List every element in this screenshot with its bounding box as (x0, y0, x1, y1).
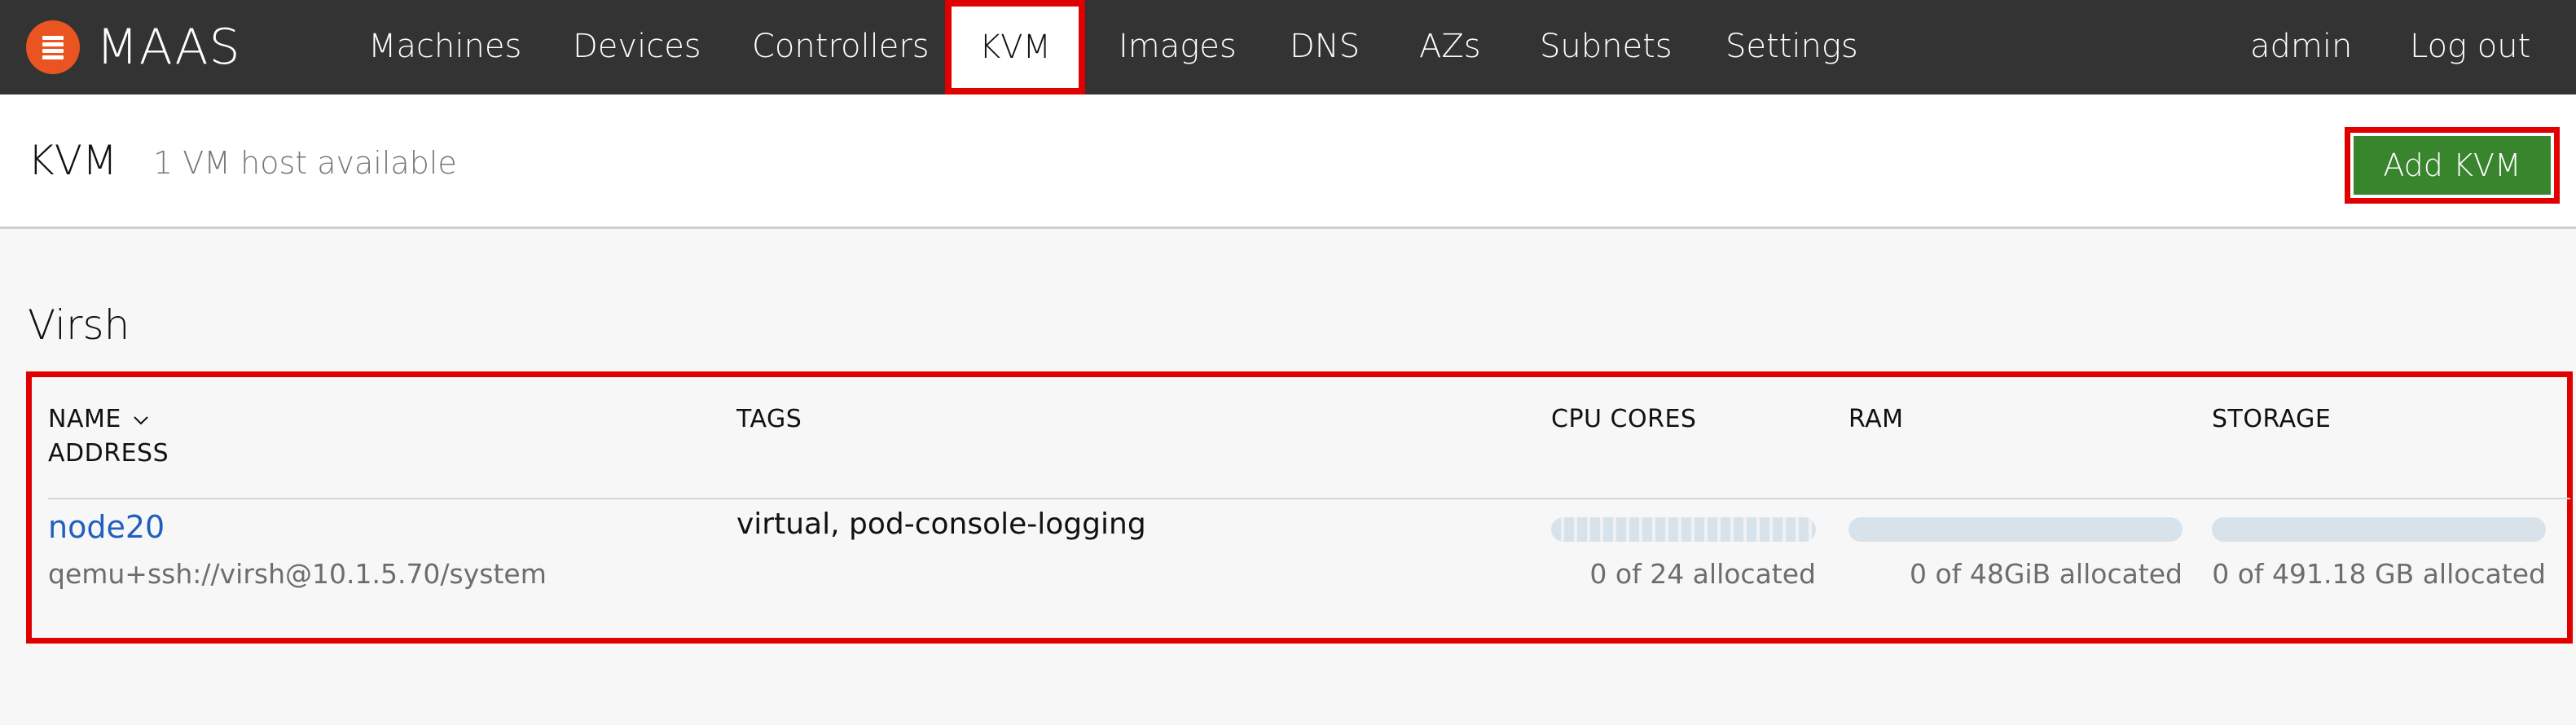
nav-settings[interactable]: Settings (1725, 0, 1858, 94)
maas-logo-icon (26, 20, 80, 74)
column-header-storage[interactable]: STORAGE (2212, 405, 2331, 433)
kvm-hosts-table: NAME ADDRESS TAGS CPU CORES RAM STORAGE … (26, 371, 2573, 644)
host-tags: virtual, pod-console-logging (736, 508, 1146, 541)
host-address: qemu+ssh://virsh@10.1.5.70/system (48, 558, 547, 590)
app-name: MAAS (96, 19, 241, 76)
ram-allocation-text: 0 of 48GiB allocated (1910, 558, 2183, 590)
column-header-tags: TAGS (736, 405, 802, 433)
column-header-address[interactable]: ADDRESS (48, 439, 169, 468)
add-kvm-highlight: Add KVM (2345, 127, 2560, 204)
column-header-name[interactable]: NAME (48, 405, 149, 433)
host-name-link[interactable]: node20 (48, 509, 165, 545)
page-title: KVM (28, 137, 118, 184)
storage-usage-bar (2212, 517, 2546, 542)
chevron-down-icon (134, 415, 148, 424)
page-header: KVM 1 VM host available Add KVM (0, 94, 2576, 229)
nav-subnets[interactable]: Subnets (1540, 0, 1673, 94)
maas-logo[interactable]: MAAS (26, 19, 241, 76)
logout-link[interactable]: Log out (2410, 0, 2530, 94)
storage-allocation-text: 0 of 491.18 GB allocated (2212, 558, 2546, 590)
nav-images[interactable]: Images (1119, 0, 1237, 94)
nav-dns[interactable]: DNS (1290, 0, 1360, 94)
nav-controllers[interactable]: Controllers (752, 0, 930, 94)
page-subtitle: 1 VM host available (153, 145, 457, 181)
section-title-virsh: Virsh (28, 301, 130, 349)
table-header-divider (48, 498, 2570, 499)
nav-devices[interactable]: Devices (573, 0, 701, 94)
nav-user-admin[interactable]: admin (2250, 0, 2352, 94)
column-header-cpu-cores[interactable]: CPU CORES (1551, 405, 1696, 433)
cpu-usage-bar (1551, 517, 1816, 542)
nav-machines[interactable]: Machines (368, 0, 521, 94)
column-header-ram[interactable]: RAM (1848, 405, 1904, 433)
top-navigation: MAAS Machines Devices Controllers KVM Im… (0, 0, 2576, 94)
column-header-name-label: NAME (48, 405, 121, 433)
nav-azs[interactable]: AZs (1419, 0, 1481, 94)
add-kvm-button[interactable]: Add KVM (2354, 136, 2551, 195)
ram-usage-bar (1848, 517, 2183, 542)
cpu-allocation-text: 0 of 24 allocated (1589, 558, 1816, 590)
nav-kvm[interactable]: KVM (945, 0, 1085, 94)
